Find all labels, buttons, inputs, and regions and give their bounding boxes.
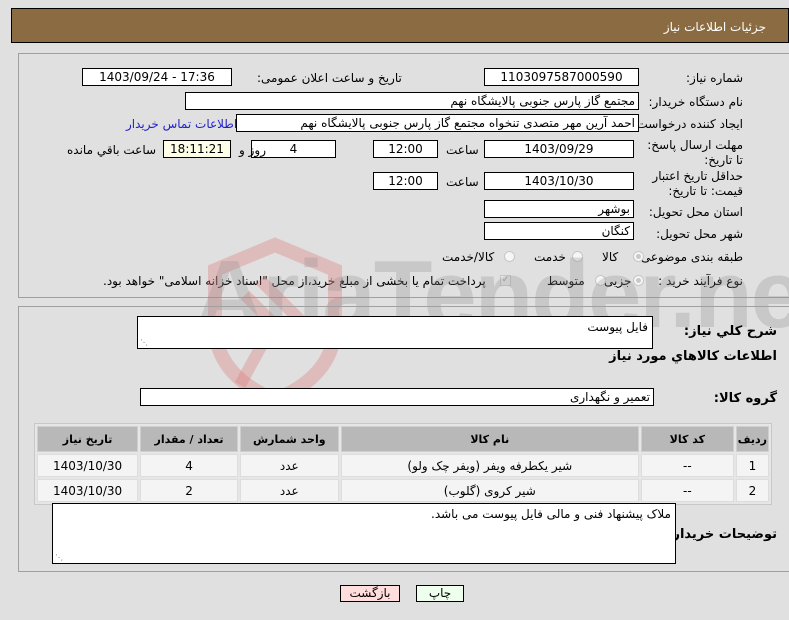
- response-deadline-date: 1403/09/29: [484, 140, 634, 158]
- response-deadline-time: 12:00: [373, 140, 438, 158]
- cell-quantity: 2: [140, 479, 238, 502]
- purchase-radio-medium[interactable]: [595, 275, 606, 286]
- cell-row-number: 1: [735, 454, 769, 477]
- cell-item-name: شیر کروی (گلوب): [340, 479, 639, 502]
- price-validity-label: حداقل تاریخ اعتبار قیمت: تا تاریخ:: [652, 169, 743, 198]
- col-row-number: ردیف: [735, 426, 769, 452]
- province-label: استان محل تحویل:: [648, 205, 743, 219]
- goods-group-field: تعمیر و نگهداری: [140, 388, 654, 406]
- need-number-label: شماره نیاز:: [686, 71, 743, 85]
- summary-label: شرح کلي نياز:: [683, 324, 777, 339]
- col-unit: واحد شمارش: [239, 426, 339, 452]
- need-info-panel: شماره نیاز: 1103097587000590 تاریخ و ساع…: [18, 53, 789, 298]
- resize-grip-icon[interactable]: ⋰: [55, 553, 63, 562]
- cell-need-date: 1403/10/30: [37, 454, 139, 477]
- province-field: بوشهر: [484, 200, 634, 218]
- need-number-field: 1103097587000590: [484, 68, 639, 86]
- category-label: طبقه بندی موضوعی:: [636, 250, 743, 264]
- remaining-time: 18:11:21: [163, 140, 231, 158]
- category-option-goods: کالا: [602, 250, 619, 264]
- back-button[interactable]: بازگشت: [340, 585, 400, 602]
- days-label: روز و: [239, 143, 266, 157]
- buyer-org-field: مجتمع گاز پارس جنوبی پالایشگاه نهم: [185, 92, 639, 110]
- items-table: ردیف کد کالا نام کالا واحد شمارش تعداد /…: [34, 423, 772, 505]
- category-radio-service[interactable]: [572, 251, 583, 262]
- buyer-notes-textarea[interactable]: ملاک پیشنهاد فنی و مالی فایل پیوست می با…: [52, 503, 676, 564]
- requester-label: ایجاد کننده درخواست:: [632, 117, 743, 131]
- category-option-goods-service: کالا/خدمت: [442, 250, 495, 264]
- requester-field: احمد آرین مهر متصدی تنخواه مجتمع گاز پار…: [236, 114, 639, 132]
- city-label: شهر محل تحویل:: [656, 227, 743, 241]
- cell-item-code: --: [640, 454, 734, 477]
- price-validity-date: 1403/10/30: [484, 172, 634, 190]
- price-time-label: ساعت: [446, 175, 479, 189]
- table-row: 1 -- شیر یکطرفه ویفر (ویفر چک ولو) عدد 4…: [37, 454, 769, 477]
- purchase-radio-minor[interactable]: [633, 275, 644, 286]
- purchase-option-medium: متوسط: [547, 274, 585, 288]
- col-item-name: نام کالا: [340, 426, 639, 452]
- items-heading: اطلاعات کالاهاي مورد نياز: [609, 349, 777, 364]
- buyer-org-label: نام دستگاه خریدار:: [648, 95, 744, 109]
- purchase-type-label: نوع فرآیند خرید :: [658, 274, 743, 288]
- buyer-notes-text: ملاک پیشنهاد فنی و مالی فایل پیوست می با…: [431, 507, 671, 521]
- announce-datetime-field: 1403/09/24 - 17:36: [82, 68, 232, 86]
- category-option-service: خدمت: [534, 250, 566, 264]
- remaining-label: ساعت باقي مانده: [67, 143, 157, 157]
- response-time-label: ساعت: [446, 143, 479, 157]
- summary-text: فایل پیوست: [587, 320, 648, 334]
- purchase-option-minor: جزیی: [604, 274, 632, 288]
- announce-datetime-label: تاریخ و ساعت اعلان عمومی:: [257, 71, 402, 85]
- resize-grip-icon[interactable]: ⋰: [140, 338, 148, 347]
- city-field: کنگان: [484, 222, 634, 240]
- page-header: جزئیات اطلاعات نیاز: [11, 8, 789, 43]
- category-radio-goods[interactable]: [633, 251, 644, 262]
- col-quantity: تعداد / مقدار: [140, 426, 238, 452]
- cell-unit: عدد: [239, 479, 339, 502]
- items-panel: شرح کلي نياز: فایل پیوست ⋰ اطلاعات کالاه…: [18, 306, 789, 572]
- page-title: جزئیات اطلاعات نیاز: [663, 20, 766, 34]
- cell-unit: عدد: [239, 454, 339, 477]
- response-deadline-label: مهلت ارسال پاسخ: تا تاریخ:: [647, 138, 743, 167]
- goods-group-label: گروه کالا:: [713, 391, 777, 406]
- print-button[interactable]: چاپ: [416, 585, 464, 602]
- summary-textarea[interactable]: فایل پیوست ⋰: [137, 316, 653, 349]
- table-header-row: ردیف کد کالا نام کالا واحد شمارش تعداد /…: [37, 426, 769, 452]
- cell-need-date: 1403/10/30: [37, 479, 139, 502]
- col-item-code: کد کالا: [640, 426, 734, 452]
- buyer-contact-link[interactable]: اطلاعات تماس خریدار: [126, 117, 237, 131]
- price-validity-time: 12:00: [373, 172, 438, 190]
- table-row: 2 -- شیر کروی (گلوب) عدد 2 1403/10/30: [37, 479, 769, 502]
- treasury-payment-note: پرداخت تمام یا بخشی از مبلغ خرید،از محل …: [103, 274, 486, 288]
- cell-quantity: 4: [140, 454, 238, 477]
- treasury-payment-checkbox[interactable]: ✓: [500, 275, 511, 286]
- cell-item-code: --: [640, 479, 734, 502]
- days-label-text: روز و: [239, 143, 266, 157]
- category-radio-goods-service[interactable]: [504, 251, 515, 262]
- cell-row-number: 2: [735, 479, 769, 502]
- col-need-date: تاریخ نیاز: [37, 426, 139, 452]
- cell-item-name: شیر یکطرفه ویفر (ویفر چک ولو): [340, 454, 639, 477]
- buyer-notes-label: توضیحات خریدار:: [667, 527, 777, 542]
